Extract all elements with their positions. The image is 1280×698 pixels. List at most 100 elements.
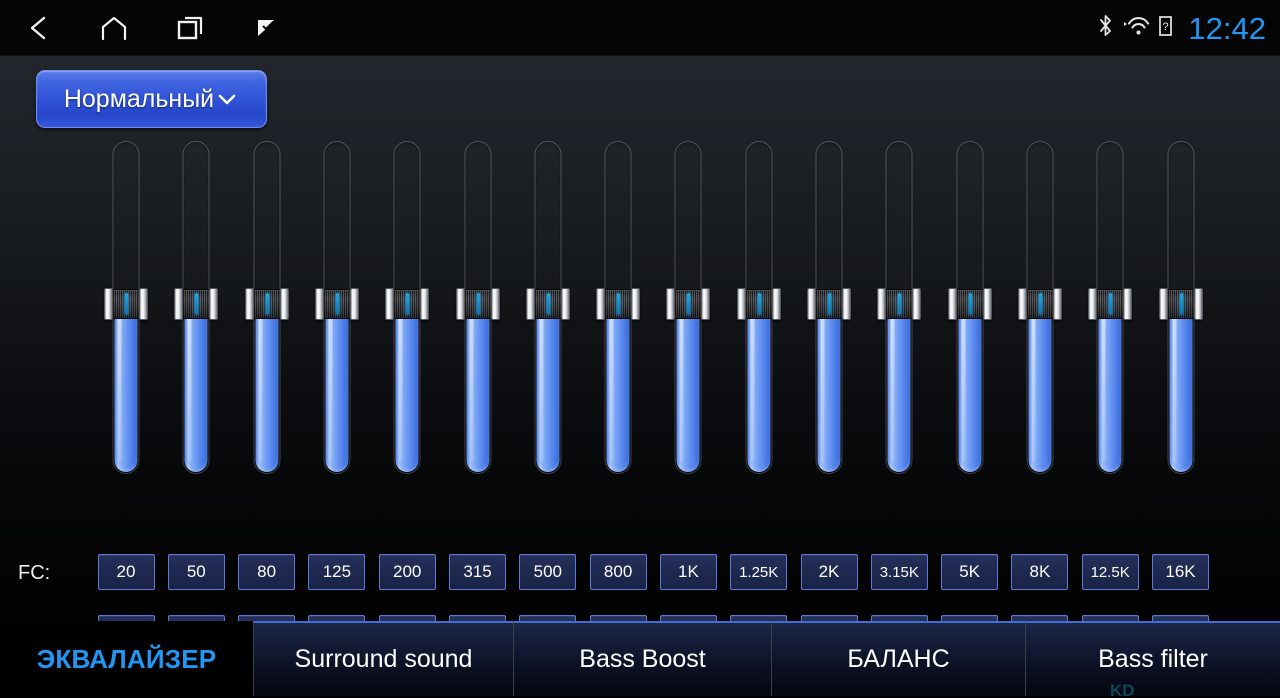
eq-slider-thumb[interactable] bbox=[596, 288, 641, 320]
eq-slider-thumb-cap-left bbox=[666, 288, 676, 320]
fc-cell-500[interactable]: 500 bbox=[519, 554, 577, 590]
eq-slider-thumb[interactable] bbox=[947, 288, 992, 320]
fc-cell-16K[interactable]: 16K bbox=[1152, 554, 1209, 590]
eq-slider-thumb-cap-right bbox=[982, 288, 992, 320]
fc-cell-1K[interactable]: 1K bbox=[659, 554, 717, 590]
fc-cell-20[interactable]: 20 bbox=[97, 554, 155, 590]
tab-bass-boost[interactable]: Bass Boost bbox=[513, 621, 771, 696]
eq-slider-thumb[interactable] bbox=[385, 288, 430, 320]
eq-slider-50[interactable] bbox=[174, 141, 219, 486]
eq-slider-3.15K[interactable] bbox=[877, 141, 922, 486]
eq-slider-thumb-cap-right bbox=[279, 288, 289, 320]
eq-slider-thumb[interactable] bbox=[877, 288, 922, 320]
eq-slider-315[interactable] bbox=[455, 141, 500, 486]
eq-slider-thumb[interactable] bbox=[104, 288, 148, 320]
home-button[interactable] bbox=[76, 0, 152, 56]
eq-slider-thumb-cap-left bbox=[736, 288, 746, 320]
fc-cell-800[interactable]: 800 bbox=[589, 554, 647, 590]
eq-slider-thumb-cap-left bbox=[877, 288, 887, 320]
eq-slider-500[interactable] bbox=[525, 141, 570, 486]
navigation-bar bbox=[0, 0, 304, 56]
back-icon bbox=[25, 14, 51, 42]
svg-text:?: ? bbox=[1163, 21, 1169, 33]
fc-cell-125[interactable]: 125 bbox=[308, 554, 366, 590]
eq-slider-thumb[interactable] bbox=[455, 288, 500, 320]
sim-icon: ? bbox=[1158, 15, 1173, 42]
eq-slider-thumb[interactable] bbox=[314, 288, 359, 320]
eq-slider-thumb-cap-right bbox=[139, 288, 148, 320]
tab-bass-filter[interactable]: Bass filter bbox=[1025, 621, 1280, 696]
tab-surround-sound[interactable]: Surround sound bbox=[253, 621, 513, 696]
eq-slider-thumb-grip bbox=[673, 289, 704, 319]
home-icon bbox=[99, 14, 129, 42]
eq-slider-thumb-cap-right bbox=[420, 288, 430, 320]
fc-cell-2K[interactable]: 2K bbox=[800, 554, 858, 590]
eq-slider-80[interactable] bbox=[244, 141, 289, 486]
fc-cell-80[interactable]: 80 bbox=[238, 554, 296, 590]
fc-cell-12.5K[interactable]: 12.5K bbox=[1081, 554, 1139, 590]
eq-slider-thumb-cap-left bbox=[1158, 288, 1168, 320]
fc-cell-315[interactable]: 315 bbox=[449, 554, 506, 590]
eq-slider-thumb[interactable] bbox=[807, 288, 851, 320]
eq-slider-thumb-cap-left bbox=[104, 288, 113, 320]
eq-slider-1K[interactable] bbox=[666, 141, 711, 486]
fc-cell-1.25K[interactable]: 1.25K bbox=[730, 554, 788, 590]
eq-slider-thumb-cap-right bbox=[1052, 288, 1062, 320]
fc-cell-50[interactable]: 50 bbox=[167, 554, 225, 590]
eq-slider-thumb[interactable] bbox=[666, 288, 711, 320]
eq-slider-thumb-cap-left bbox=[385, 288, 395, 320]
eq-slider-thumb[interactable] bbox=[1088, 288, 1133, 320]
eq-slider-fill bbox=[1098, 303, 1122, 472]
flag-button[interactable] bbox=[228, 0, 304, 56]
eq-slider-thumb-cap-right bbox=[912, 288, 922, 320]
eq-slider-thumb-cap-right bbox=[1193, 288, 1203, 320]
eq-slider-thumb[interactable] bbox=[525, 288, 570, 320]
eq-slider-thumb-cap-right bbox=[842, 288, 851, 320]
eq-slider-2K[interactable] bbox=[807, 141, 851, 486]
fc-row-label: FC: bbox=[18, 562, 51, 584]
eq-slider-thumb[interactable] bbox=[174, 288, 219, 320]
eq-slider-thumb-cap-left bbox=[596, 288, 606, 320]
eq-slider-thumb-grip bbox=[251, 289, 282, 319]
tab-баланс[interactable]: БАЛАНС bbox=[771, 621, 1025, 696]
eq-slider-fill bbox=[184, 303, 208, 472]
status-bar: ? 12:42 bbox=[0, 0, 1280, 56]
eq-slider-thumb[interactable] bbox=[1017, 288, 1062, 320]
eq-slider-thumb[interactable] bbox=[1158, 288, 1203, 320]
eq-slider-fill bbox=[255, 303, 279, 472]
equalizer-panel: Нормальный FC: 20 50 80 125 200 315 500 800 1K 1.… bbox=[0, 56, 1280, 651]
eq-slider-thumb[interactable] bbox=[244, 288, 289, 320]
eq-slider-thumb-cap-left bbox=[1088, 288, 1098, 320]
fc-cell-200[interactable]: 200 bbox=[378, 554, 436, 590]
eq-slider-thumb-cap-left bbox=[314, 288, 324, 320]
eq-slider-800[interactable] bbox=[596, 141, 641, 486]
eq-slider-thumb-cap-right bbox=[1123, 288, 1133, 320]
fc-cell-8K[interactable]: 8K bbox=[1011, 554, 1069, 590]
system-icons: ? 12:42 bbox=[1097, 0, 1266, 56]
eq-slider-thumb-grip bbox=[603, 289, 634, 319]
eq-slider-200[interactable] bbox=[385, 141, 430, 486]
eq-slider-fill bbox=[395, 303, 419, 472]
eq-slider-thumb-cap-left bbox=[947, 288, 957, 320]
eq-slider-1.25K[interactable] bbox=[736, 141, 781, 486]
tab-эквалайзер[interactable]: ЭКВАЛАЙЗЕР bbox=[0, 621, 253, 696]
eq-slider-125[interactable] bbox=[314, 141, 359, 486]
eq-slider-fill bbox=[676, 303, 700, 472]
eq-slider-group bbox=[0, 56, 1280, 486]
eq-slider-16K[interactable] bbox=[1158, 141, 1203, 486]
eq-slider-fill bbox=[887, 303, 911, 472]
fc-cell-5K[interactable]: 5K bbox=[941, 554, 999, 590]
eq-slider-thumb[interactable] bbox=[736, 288, 781, 320]
eq-slider-fill bbox=[1169, 303, 1192, 472]
eq-slider-5K[interactable] bbox=[947, 141, 992, 486]
eq-slider-fill bbox=[325, 303, 349, 472]
eq-slider-12.5K[interactable] bbox=[1088, 141, 1133, 486]
back-button[interactable] bbox=[0, 0, 76, 56]
eq-slider-thumb-grip bbox=[1165, 289, 1196, 319]
eq-slider-20[interactable] bbox=[104, 141, 148, 486]
eq-slider-thumb-cap-left bbox=[1017, 288, 1027, 320]
fc-cell-3.15K[interactable]: 3.15K bbox=[870, 554, 928, 590]
eq-slider-8K[interactable] bbox=[1017, 141, 1062, 486]
eq-slider-fill bbox=[466, 303, 489, 472]
recents-button[interactable] bbox=[152, 0, 228, 56]
